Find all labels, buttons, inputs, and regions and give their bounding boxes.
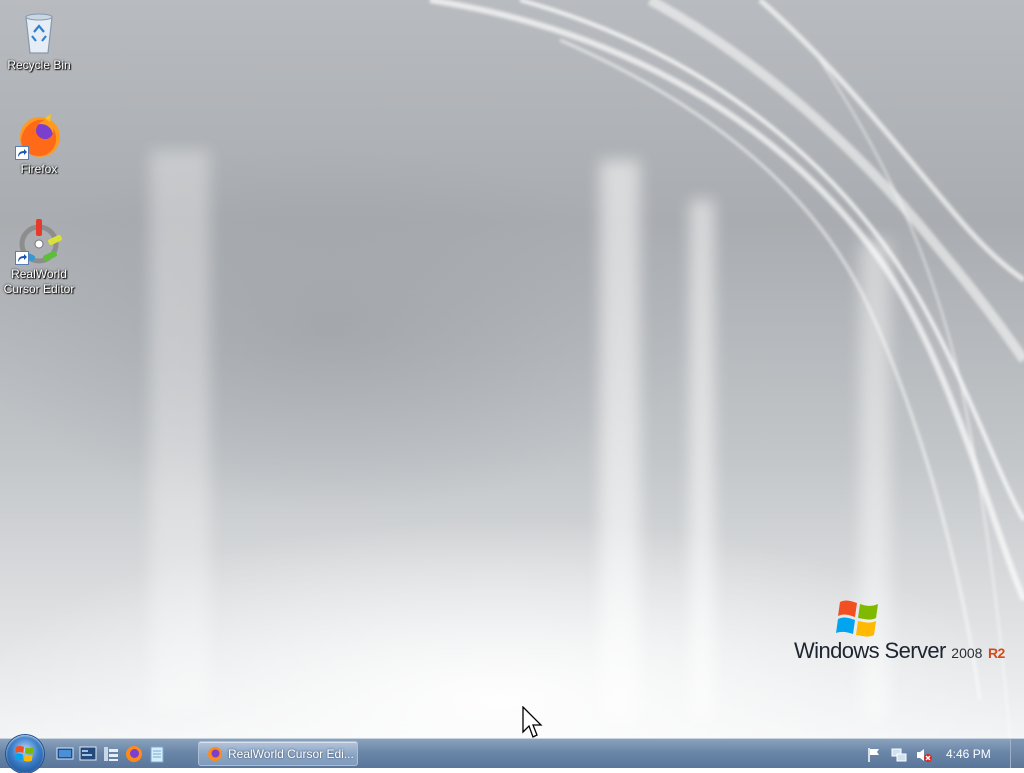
volume-muted-icon [917, 749, 932, 762]
explorer-icon [104, 747, 118, 761]
brand-name: Windows Server [794, 638, 946, 663]
firefox-icon [208, 747, 222, 761]
tray-action-center[interactable] [866, 747, 882, 763]
server-manager-icon [79, 746, 97, 761]
notepad-icon [150, 746, 164, 763]
desktop[interactable]: Recycle Bin Firefox RealWorld Cursor Edi… [0, 0, 1024, 738]
quicklaunch-server-manager[interactable] [79, 745, 97, 763]
start-button[interactable] [6, 735, 44, 773]
quicklaunch-explorer[interactable] [102, 745, 120, 763]
shortcut-arrow-icon [15, 146, 29, 160]
firefox-icon [15, 112, 63, 160]
show-desktop-button[interactable] [1010, 739, 1024, 768]
desktop-icon-recycle-bin[interactable]: Recycle Bin [0, 8, 78, 73]
quicklaunch-firefox[interactable] [125, 745, 143, 763]
recycle-bin-icon [15, 8, 63, 56]
mouse-pointer-icon [522, 706, 543, 738]
quicklaunch-notepad[interactable] [148, 745, 166, 763]
brand-version: 2008 [951, 645, 983, 661]
desktop-icon-label: Firefox [20, 162, 58, 176]
realworld-cursor-editor-icon [15, 217, 63, 265]
desktop-icon-label: RealWorld Cursor Editor [3, 267, 75, 296]
brand-edition: R2 [987, 645, 1005, 661]
firefox-icon [126, 746, 142, 762]
taskbar: RealWorld Cursor Edi... 4:46 PM [0, 735, 1024, 773]
taskbar-button-label: RealWorld Cursor Edi... [228, 747, 354, 761]
taskbar-clock[interactable]: 4:46 PM [946, 747, 991, 761]
network-icon [891, 748, 907, 762]
show-desktop-icon [56, 747, 74, 760]
windows-server-logo: Windows Server 2008 R2 [794, 598, 1005, 668]
taskbar-button-realworld-cursor-editor[interactable]: RealWorld Cursor Edi... [198, 741, 358, 766]
tray-network[interactable] [891, 747, 907, 763]
windows-orb-icon [15, 746, 34, 762]
windows-flag-icon [836, 600, 878, 637]
action-center-flag-icon [868, 748, 879, 762]
desktop-icon-label: Recycle Bin [7, 58, 71, 72]
quicklaunch-show-desktop[interactable] [56, 745, 74, 763]
desktop-icon-realworld-cursor-editor[interactable]: RealWorld Cursor Editor [0, 217, 78, 297]
desktop-icon-firefox[interactable]: Firefox [0, 112, 78, 177]
tray-volume[interactable] [916, 747, 932, 763]
shortcut-arrow-icon [15, 251, 29, 265]
